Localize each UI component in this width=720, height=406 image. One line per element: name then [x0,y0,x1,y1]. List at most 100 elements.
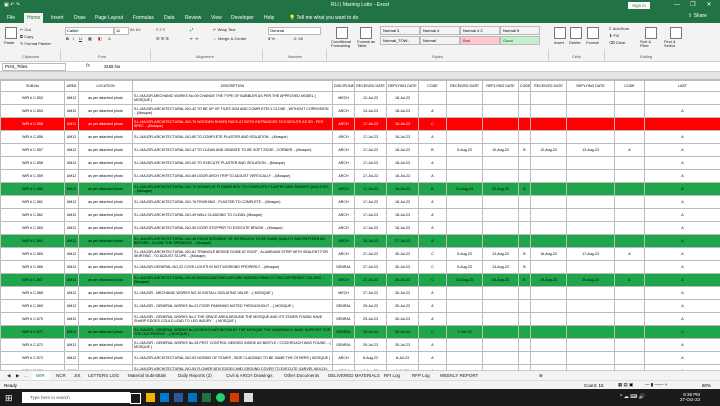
table-cell-p1[interactable]: 18-Jul-23 [386,195,419,209]
table-cell-last[interactable]: A [644,169,720,183]
decimal-icon[interactable]: .0 .00 [293,36,303,41]
table-cell-p3[interactable] [566,130,615,144]
table-cell-r3[interactable] [530,156,567,170]
table-cell-r3[interactable]: 16-Aug-23 [530,247,567,261]
table-cell-loc[interactable]: as per attached photo [78,182,133,196]
table-cell-p1[interactable]: 18-Jul-23 [386,156,419,170]
table-cell-area[interactable]: UM12 [64,195,79,209]
table-cell-no[interactable]: WIR # C-558 [0,156,65,170]
taskbar-clock[interactable]: 8:38 PM 27-Oct-23 [680,392,700,402]
sort-filter-icon[interactable] [645,27,657,39]
table-cell-no[interactable]: WIR # C-554 [0,104,65,118]
table-cell-r3[interactable] [530,169,567,183]
taskbar-search-box[interactable]: Type here to search [22,392,130,403]
tab-insert[interactable]: Insert [48,13,67,23]
table-cell-c1[interactable]: A [418,338,447,352]
header-cell[interactable]: CODE [518,80,531,92]
table-cell-last[interactable]: A [644,195,720,209]
underline-button[interactable]: U [79,36,82,41]
table-cell-r2[interactable] [446,104,483,118]
header-cell[interactable]: RECEIVED DATE [354,80,387,92]
table-cell-disc[interactable]: ARCH [332,156,355,170]
table-cell-c2[interactable]: B [518,247,531,261]
table-cell-last[interactable] [644,117,720,131]
table-cell-p1[interactable]: 30-Jul-23 [386,286,419,300]
table-cell-c1[interactable]: A [418,208,447,222]
table-cell-c3[interactable] [614,221,645,235]
table-cell-no[interactable]: WIR # C-571 [0,325,65,339]
sort-filter-button[interactable]: Sort & Filter [640,40,660,48]
table-cell-r3[interactable] [530,195,567,209]
table-cell-last[interactable]: A [644,247,720,261]
table-cell-r1[interactable]: 27-Jul-23 [354,286,387,300]
table-cell-desc[interactable]: S.L.MAJOR-ARCHITECTURAL-NO-80 TO COMPLET… [132,130,333,144]
table-cell-disc[interactable]: GENRAL [332,299,355,313]
add-sheet-icon[interactable]: ⊕ [535,372,547,380]
table-cell-desc[interactable]: S.L.MAJOR-ARCHITECTURAL-NO-50 DOOR STOPP… [132,221,333,235]
style-normal-4-2[interactable]: Normal 4 2 [460,26,500,35]
table-cell-c1[interactable]: B [418,182,447,196]
table-cell-desc[interactable]: S.L.MAJOR-ARCHITECTURAL-NO-69 DOOR ARCH … [132,169,333,183]
table-cell-desc[interactable]: S.L.MAJOR - GENERAL WORKS No.23 MEN'S BA… [132,325,333,339]
formula-input[interactable]: SUB.No [104,63,120,70]
table-cell-desc[interactable]: S.L.MAJOR-ARCHITECTURAL-NO-62 TO EXECUTE… [132,156,333,170]
fill-color-icon[interactable]: ◧ [98,36,102,41]
table-cell-c3[interactable]: A [614,247,645,261]
table-cell-c3[interactable] [614,325,645,339]
table-cell-r2[interactable] [446,234,483,248]
table-cell-p2[interactable] [482,351,519,365]
table-cell-r1[interactable]: 17-Jul-23 [354,169,387,183]
table-cell-loc[interactable]: as per attached photo [78,117,133,131]
autosum-button[interactable]: Σ AutoSum [609,26,629,31]
tab-file[interactable]: File [4,13,18,23]
table-cell-r1[interactable]: 29-Jul-23 [354,325,387,339]
table-cell-no[interactable]: WIR # C-555 [0,117,65,131]
worksheet-grid[interactable]: SUB.No AREA LOCATION DISCRIPTION DISCIPL… [0,72,720,370]
table-cell-last[interactable]: A [644,156,720,170]
table-cell-area[interactable]: UM12 [64,156,79,170]
find-select-icon[interactable] [670,27,682,39]
table-cell-p2[interactable] [482,312,519,326]
style-normal-4[interactable]: Normal 4 [420,26,460,35]
table-cell-area[interactable]: UM12 [64,169,79,183]
table-cell-area[interactable]: UM12 [64,221,79,235]
table-cell-r1[interactable]: 17-Jul-23 [354,143,387,157]
table-cell-area[interactable]: UM12 [64,130,79,144]
task-view-icon[interactable] [130,393,141,404]
table-cell-p2[interactable] [482,104,519,118]
table-cell-area[interactable]: UM12 [64,182,79,196]
table-cell-p2[interactable] [482,130,519,144]
table-cell-c3[interactable] [614,260,645,274]
table-cell-p2[interactable]: 22-Aug-23 [482,182,519,196]
table-cell-c1[interactable]: C [418,325,447,339]
header-cell[interactable]: REPLYING DATE [386,80,419,92]
table-cell-loc[interactable]: as per attached photo [78,104,133,118]
table-cell-c2[interactable] [518,325,531,339]
table-cell-c3[interactable]: A [614,273,645,287]
table-cell-loc[interactable]: as per attached photo [78,221,133,235]
edge-icon[interactable] [160,393,169,402]
table-cell-no[interactable]: WIR # C-553 [0,91,65,105]
table-cell-r1[interactable]: 27-Jul-23 [354,273,387,287]
table-cell-p1[interactable]: 18-Jul-23 [386,117,419,131]
table-cell-r3[interactable] [530,299,567,313]
header-cell[interactable]: CODE [418,80,447,92]
table-cell-c2[interactable] [518,104,531,118]
table-cell-disc[interactable]: ARCH [332,273,355,287]
header-cell[interactable]: REPLYING DATE [482,80,519,92]
borders-icon[interactable]: ▦ [88,36,92,41]
format-cells-icon[interactable] [587,27,599,39]
table-cell-r1[interactable]: 6-Aug-23 [354,351,387,365]
table-cell-desc[interactable]: S.L.MAJOR-ARCHITECTURAL-NO-81 TRIANGLE B… [132,247,333,261]
table-cell-p3[interactable] [566,156,615,170]
table-cell-r3[interactable] [530,104,567,118]
table-cell-desc[interactable]: S.L.MAJOR-ARCHITECTURAL-NO-79 WOODEN SHO… [132,117,333,131]
table-cell-loc[interactable]: as per attached photo [78,247,133,261]
table-cell-loc[interactable]: as per attached photo [78,234,133,248]
table-cell-last[interactable]: A [644,130,720,144]
table-cell-area[interactable]: UM12 [64,312,79,326]
format-cells-button[interactable]: Format [586,40,599,45]
table-cell-r2[interactable]: 22-Aug-23 [446,273,483,287]
table-cell-loc[interactable]: as per attached photo [78,338,133,352]
table-cell-p2[interactable]: 13-Aug-23 [482,247,519,261]
